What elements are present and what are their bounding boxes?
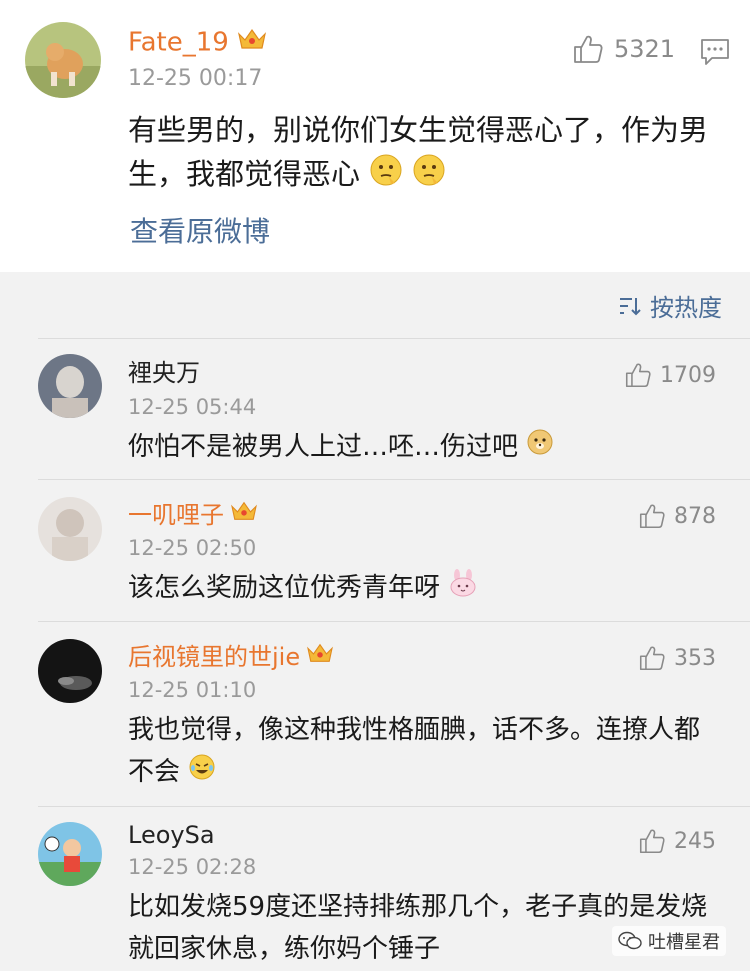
- comment-text: 该怎么奖励这位优秀青年呀: [128, 567, 718, 610]
- avatar[interactable]: [38, 639, 102, 703]
- post-text: 有些男的，别说你们女生觉得恶心了，作为男生，我都觉得恶心: [128, 108, 718, 199]
- thumbs-up-icon: [639, 646, 665, 671]
- comment-time: 12-25 01:10: [128, 678, 257, 702]
- avatar[interactable]: [38, 822, 102, 886]
- sort-by-hot-button[interactable]: 按热度: [618, 288, 722, 323]
- thinking-face-icon: [412, 153, 446, 199]
- comment-text: 我也觉得，像这种我性格腼腆，话不多。连撩人都不会: [128, 709, 718, 794]
- like-count: 5321: [614, 35, 676, 63]
- like-count: 353: [674, 645, 716, 671]
- thinking-face-icon: [369, 153, 403, 199]
- comment-icon[interactable]: [700, 38, 730, 66]
- like-button[interactable]: 1709: [624, 362, 716, 388]
- vip-crown-icon: [230, 499, 258, 530]
- avatar[interactable]: [38, 497, 102, 561]
- comment-time: 12-25 05:44: [128, 395, 257, 419]
- doge-face-icon: [526, 427, 554, 469]
- watermark-label: 吐槽星君: [648, 932, 720, 953]
- wechat-icon: [618, 931, 642, 950]
- comment-item: 一叽哩子 12-25 02:50 878 该怎么奖励这位优秀青年呀: [0, 479, 750, 621]
- like-count: 245: [674, 828, 716, 854]
- thumbs-up-icon: [639, 504, 665, 529]
- username[interactable]: 一叽哩子: [128, 499, 258, 530]
- username[interactable]: 后视镜里的世jie: [128, 641, 334, 672]
- avatar[interactable]: [38, 354, 102, 418]
- sort-label: 按热度: [650, 294, 722, 322]
- comment-time: 12-25 02:50: [128, 536, 257, 560]
- like-button[interactable]: 5321: [572, 34, 675, 64]
- main-post-card: Fate_19 12-25 00:17 5321 有些男的，别说你们女生觉得恶心…: [0, 0, 750, 272]
- thumbs-up-icon: [625, 363, 651, 388]
- username[interactable]: 裡央万: [128, 358, 200, 388]
- sort-bar: 按热度: [0, 272, 750, 338]
- vip-crown-icon: [306, 641, 334, 672]
- view-original-link[interactable]: 查看原微博: [130, 212, 270, 252]
- like-count: 1709: [660, 362, 716, 388]
- bunny-face-icon: [448, 568, 478, 610]
- comment-time: 12-25 02:28: [128, 855, 257, 879]
- thumbs-up-icon: [574, 35, 603, 63]
- like-button[interactable]: 245: [638, 828, 716, 854]
- watermark: 吐槽星君: [612, 926, 726, 956]
- comment-text: 你怕不是被男人上过…呸…伤过吧: [128, 426, 718, 469]
- like-button[interactable]: 878: [638, 503, 716, 529]
- username[interactable]: Fate_19: [128, 26, 267, 60]
- comment-item: 裡央万 12-25 05:44 1709 你怕不是被男人上过…呸…伤过吧: [0, 338, 750, 479]
- comment-item: 后视镜里的世jie 12-25 01:10 353 我也觉得，像这种我性格腼腆，…: [0, 621, 750, 806]
- thumbs-up-icon: [639, 829, 665, 854]
- laughing-crying-icon: [188, 752, 216, 794]
- username[interactable]: LeoySa: [128, 820, 215, 850]
- like-count: 878: [674, 503, 716, 529]
- like-button[interactable]: 353: [638, 645, 716, 671]
- post-time: 12-25 00:17: [128, 66, 263, 91]
- vip-crown-icon: [237, 26, 267, 60]
- avatar[interactable]: [25, 22, 101, 98]
- sort-icon: [620, 297, 641, 315]
